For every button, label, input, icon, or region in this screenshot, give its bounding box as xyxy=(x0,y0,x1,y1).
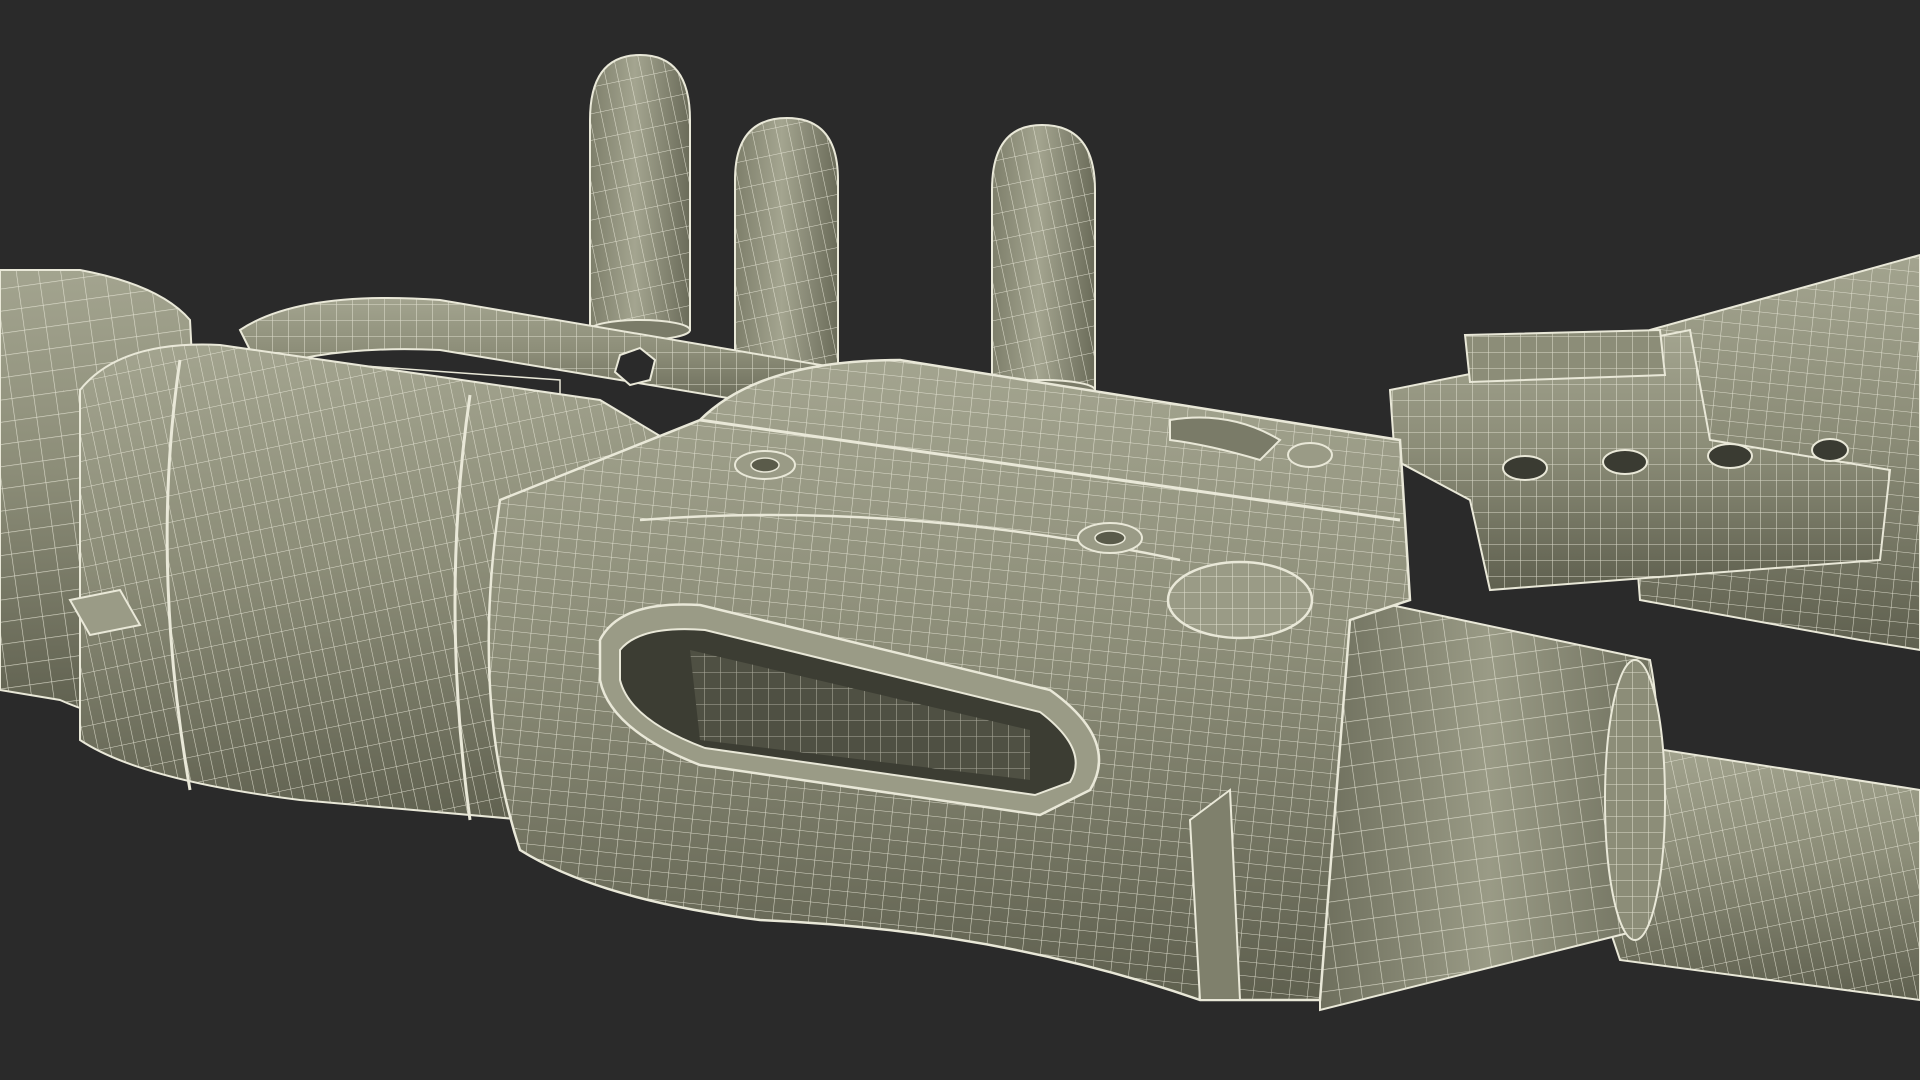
rail-vent-hole xyxy=(1602,449,1648,475)
cartridge xyxy=(589,53,691,341)
cartridge xyxy=(734,116,839,391)
screw-head xyxy=(1287,442,1333,468)
stock-part xyxy=(1388,253,1920,652)
rail-vent-hole xyxy=(1707,443,1753,469)
cartridge xyxy=(990,123,1096,401)
rail-vent-hole xyxy=(1502,455,1548,481)
rail-vent-hole xyxy=(1811,438,1849,462)
front-collar xyxy=(1319,588,1666,1012)
3d-viewport[interactable] xyxy=(0,0,1920,1080)
wireframe-render xyxy=(0,53,1920,1012)
